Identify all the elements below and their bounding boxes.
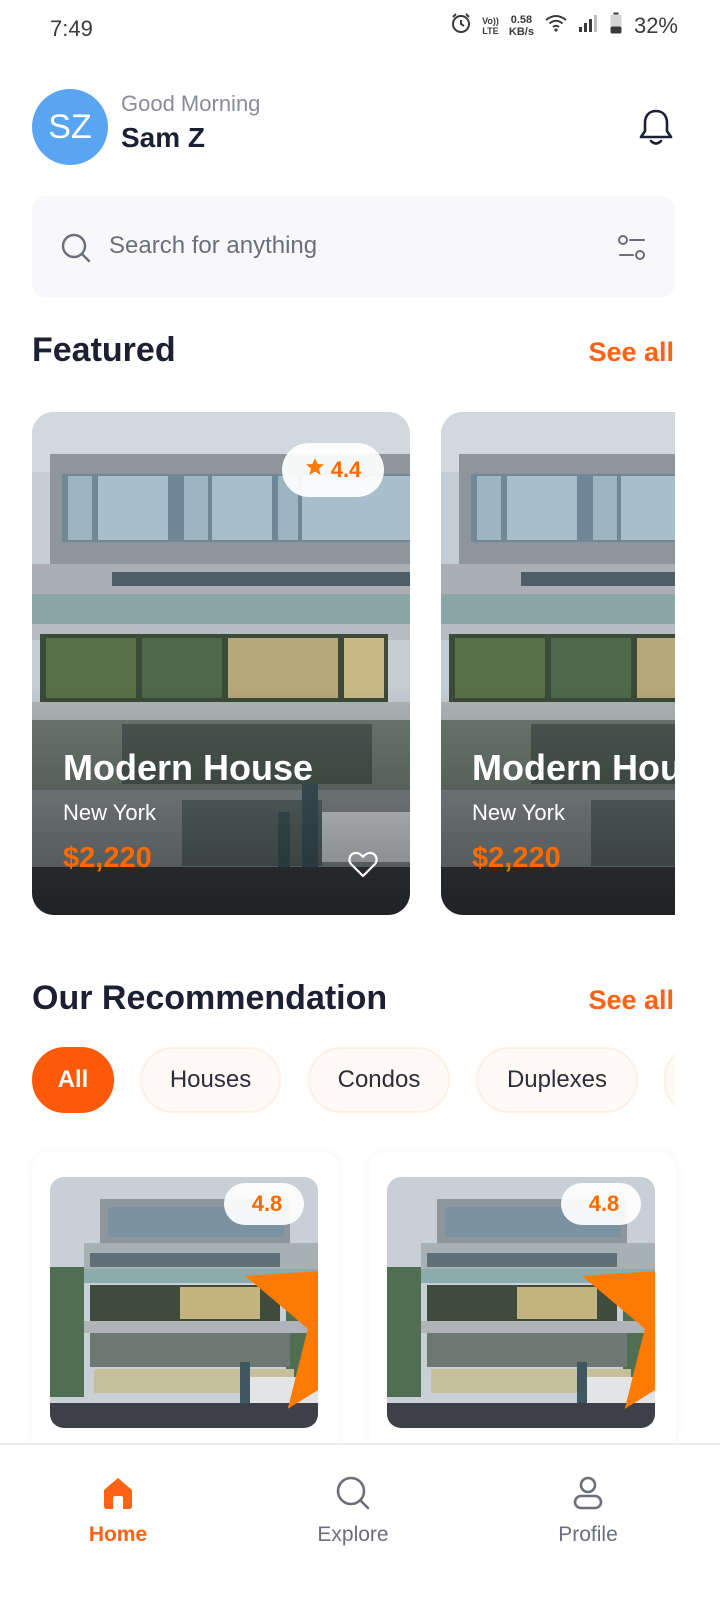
battery-percent: 32%: [633, 12, 678, 38]
status-bar: 7:49 Vo)) LTE 0.58 KB/s 32%: [0, 0, 720, 60]
avatar[interactable]: SZ: [32, 89, 108, 165]
wifi-icon: [544, 13, 568, 38]
property-name: Modern House: [472, 747, 675, 788]
filter-icon[interactable]: [617, 235, 647, 266]
volte-icon: Vo)) LTE: [482, 16, 499, 36]
filter-chip-more[interactable]: [664, 1047, 675, 1113]
property-price: $2,220: [472, 842, 561, 874]
category-filter-chips[interactable]: All Houses Condos Duplexes: [32, 1047, 675, 1113]
nav-item-explore[interactable]: Explore: [273, 1445, 433, 1600]
search-input[interactable]: [109, 224, 569, 268]
search-bar[interactable]: [32, 196, 675, 298]
search-icon: [60, 232, 92, 269]
status-icons: Vo)) LTE 0.58 KB/s 32%: [450, 12, 678, 39]
property-location: New York: [472, 800, 565, 825]
alarm-icon: [450, 12, 472, 39]
rating-badge: 4.8: [224, 1183, 318, 1409]
user-icon: [572, 1475, 604, 1515]
rating-value: 4.4: [330, 457, 362, 482]
nav-item-home[interactable]: Home: [38, 1445, 198, 1600]
featured-card[interactable]: Modern House New York $2,220: [441, 412, 675, 915]
volte-top-text: Vo)): [482, 15, 499, 26]
bottom-navigation: Home Explore Profile: [0, 1443, 720, 1600]
property-location: New York: [63, 800, 156, 825]
home-icon: [101, 1475, 135, 1515]
battery-icon: [610, 12, 622, 39]
volte-bottom-text: LTE: [482, 25, 499, 36]
property-price: $2,220: [63, 842, 152, 874]
house-photo: 4.8: [50, 1177, 318, 1428]
nav-label-home: Home: [88, 1523, 148, 1546]
notification-bell-icon[interactable]: [636, 106, 676, 150]
recommendation-see-all-link[interactable]: See all: [588, 985, 674, 1016]
rating-badge: 4.8: [561, 1183, 655, 1409]
recommendation-title: Our Recommendation: [32, 979, 388, 1017]
property-name: Modern House: [63, 747, 314, 788]
status-time: 7:49: [50, 16, 93, 41]
filter-chip-all[interactable]: All: [32, 1047, 114, 1113]
nav-item-profile[interactable]: Profile: [508, 1445, 668, 1600]
featured-see-all-link[interactable]: See all: [588, 337, 674, 368]
net-speed: 0.58 KB/s: [509, 14, 534, 38]
search-icon: [335, 1475, 371, 1515]
recommendation-card[interactable]: 4.8: [369, 1152, 676, 1452]
heart-icon[interactable]: [348, 850, 378, 883]
filter-chip-duplexes[interactable]: Duplexes: [476, 1047, 638, 1113]
greeting-text: Good Morning: [121, 91, 261, 116]
star-icon: [305, 457, 325, 483]
nav-label-profile: Profile: [558, 1523, 618, 1546]
featured-title: Featured: [32, 331, 176, 369]
featured-card[interactable]: 4.4 Modern House New York $2,220: [32, 412, 410, 915]
user-name: Sam Z: [121, 122, 206, 153]
filter-chip-condos[interactable]: Condos: [308, 1047, 450, 1113]
rating-badge: 4.4: [282, 443, 384, 497]
avatar-initials: SZ: [48, 107, 92, 146]
nav-label-explore: Explore: [317, 1523, 389, 1546]
net-speed-unit: KB/s: [508, 25, 534, 38]
featured-carousel[interactable]: 4.4 Modern House New York $2,220 Modern …: [32, 412, 675, 916]
filter-chip-houses[interactable]: Houses: [140, 1047, 281, 1113]
recommendation-card[interactable]: 4.8: [32, 1152, 339, 1452]
signal-icon: [578, 13, 600, 38]
net-speed-value: 0.58: [510, 13, 533, 26]
house-photo: 4.8: [387, 1177, 655, 1428]
